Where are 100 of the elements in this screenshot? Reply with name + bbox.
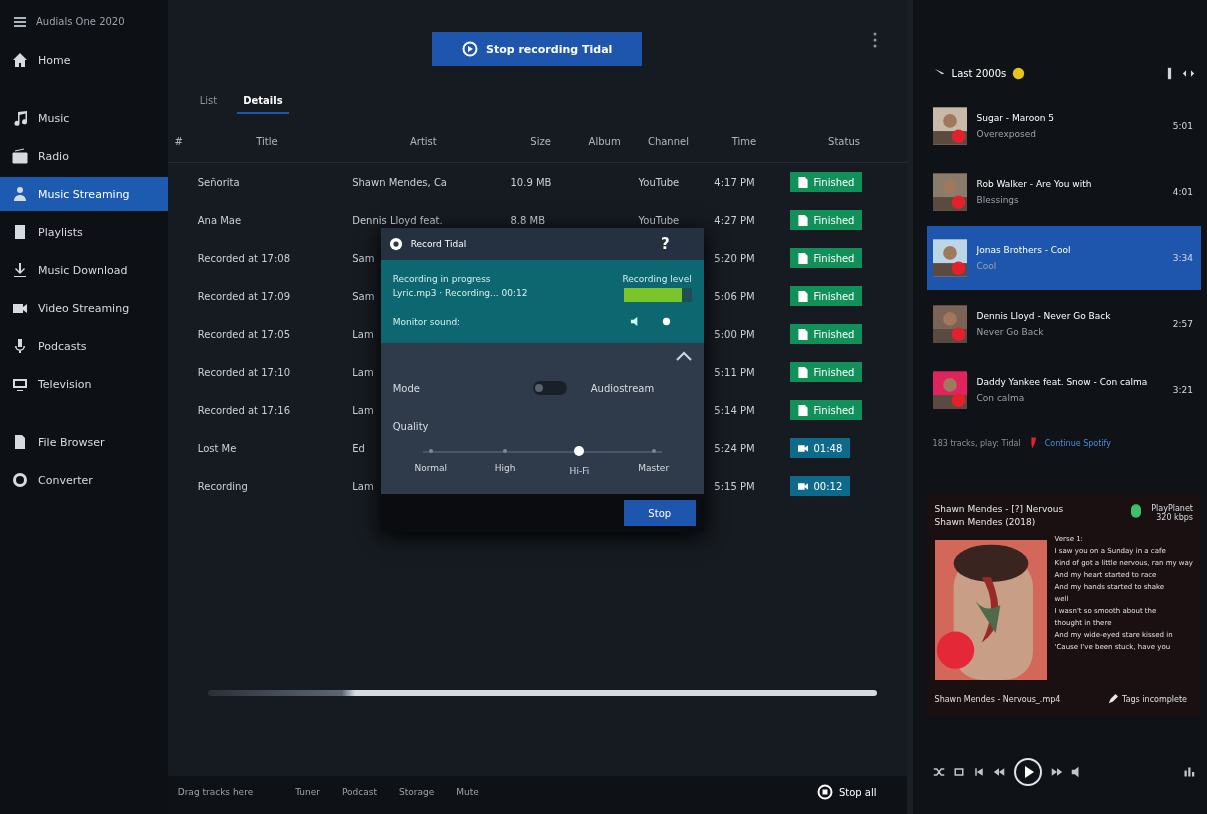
column-header[interactable]: # — [167, 120, 190, 163]
mode-value: Audiostream — [590, 382, 655, 394]
rewind-icon[interactable] — [992, 766, 1005, 778]
playlist-item[interactable]: Dennis Lloyd - Never Go Back Never Go Back 2:57 — [926, 292, 1201, 356]
column-header[interactable]: Size — [502, 120, 579, 163]
help-button[interactable]: ? — [655, 234, 676, 254]
table-cell: Ed — [352, 442, 365, 454]
sidebar-item[interactable]: Converter — [0, 463, 168, 497]
status-text: Recording in progress — [392, 274, 492, 284]
sidebar-item[interactable]: Video Streaming — [0, 291, 168, 325]
table-cell: Lam — [352, 404, 374, 416]
column-header[interactable]: Channel — [630, 120, 707, 163]
sidebar-item[interactable]: Radio — [0, 139, 168, 173]
record-icon — [461, 41, 478, 57]
quality-option[interactable]: High — [494, 463, 516, 473]
table-cell-text: 5:14 PM — [713, 403, 756, 418]
playlist-item[interactable]: Daddy Yankee feat. Snow - Con calma Con calma 3:21 — [926, 358, 1201, 422]
forward-icon[interactable] — [1050, 766, 1063, 778]
status-badge: Finished — [789, 324, 863, 344]
column-header[interactable]: Artist — [344, 120, 503, 163]
column-header[interactable]: Title — [189, 120, 345, 163]
quality-option[interactable]: Hi-Fi — [569, 466, 590, 476]
sidebar-item[interactable]: Television — [0, 367, 168, 401]
collapse-icon[interactable] — [675, 351, 692, 361]
table-cell: YouTube — [638, 214, 680, 226]
stop-button[interactable]: Stop — [623, 500, 696, 526]
status-item[interactable]: Mute — [456, 787, 479, 797]
slider-thumb-icon[interactable] — [660, 316, 672, 327]
tab[interactable]: Details — [237, 93, 289, 114]
app-title: Audials One 2020 — [36, 16, 125, 27]
table-cell-text: Recording — [196, 479, 249, 494]
sidebar-item[interactable]: Home — [0, 43, 168, 77]
status-icon — [1131, 504, 1141, 518]
pin-icon — [1028, 437, 1037, 449]
quality-label: Quality — [392, 421, 430, 432]
document-icon — [797, 328, 808, 340]
stop-all-button[interactable]: Stop all — [810, 783, 883, 801]
table-cell: Lam — [352, 480, 374, 492]
table-cell-text: 5:11 PM — [713, 365, 756, 380]
table-cell-text: Recorded at 17:10 — [196, 365, 291, 380]
track-title: Shawn Mendes - [?] Nervous — [934, 504, 1065, 514]
document-icon — [797, 404, 808, 416]
repeat-icon[interactable] — [952, 766, 965, 778]
track-count: 183 tracks, play: Tidal — [932, 438, 1021, 448]
sidebar-item[interactable]: Music Streaming — [0, 177, 168, 211]
table-cell-text: 5:06 PM — [713, 289, 756, 304]
table-cell-text: Lost Me — [196, 441, 238, 456]
status-badge: Finished — [789, 286, 863, 306]
quality-option[interactable]: Master — [638, 463, 670, 473]
file-name: Shawn Mendes - Nervous_.mp4 — [934, 694, 1061, 704]
sidebar-item[interactable]: Playlists — [0, 215, 168, 249]
table-cell-text: Recorded at 17:05 — [196, 327, 291, 342]
track-album: Shawn Mendes (2018) — [934, 517, 1037, 527]
status-item[interactable]: Storage — [399, 787, 435, 797]
playlist-title[interactable]: Last 2000s — [951, 67, 1007, 79]
person-icon — [12, 186, 28, 202]
playlist-item[interactable]: Jonas Brothers - Cool Cool 3:34 — [926, 226, 1201, 290]
document-icon — [797, 290, 808, 302]
music-icon — [12, 110, 28, 126]
play-button[interactable] — [1012, 757, 1043, 787]
table-cell: 4:17 PM — [706, 162, 782, 201]
status-item[interactable]: Tuner — [295, 787, 320, 797]
table-cell: Shawn Mendes, Ca — [352, 176, 447, 188]
download-icon — [12, 262, 28, 278]
equalizer-icon[interactable] — [1183, 766, 1195, 778]
table-cell: Dennis Lloyd feat. — [352, 214, 443, 226]
table-cell: 10.9 MB — [510, 176, 552, 188]
table-cell-text: 5:15 PM — [713, 479, 756, 494]
status-item[interactable]: Podcast — [342, 787, 377, 797]
source-text: PlayPlanet 320 kbps — [1150, 504, 1193, 522]
continue-link[interactable]: Continue Spotify — [1044, 438, 1111, 448]
shuffle-icon[interactable] — [932, 766, 945, 778]
tab[interactable]: List — [193, 93, 224, 114]
pencil-icon — [1108, 694, 1119, 704]
convert-icon — [12, 472, 28, 488]
status-badge: Finished — [789, 210, 863, 230]
table-cell: Lam — [352, 366, 374, 378]
previous-icon[interactable] — [972, 766, 985, 778]
quality-stop[interactable] — [574, 446, 585, 456]
playlist-item[interactable]: Rob Walker - Are You with Blessings 4:01 — [926, 160, 1201, 224]
sidebar-item[interactable]: Music — [0, 101, 168, 135]
mode-toggle[interactable] — [532, 381, 567, 395]
drop-hint: Drag tracks here — [177, 787, 254, 797]
playlist-item[interactable]: Sugar - Maroon 5 Overexposed 5:01 — [926, 94, 1201, 158]
sidebar-item[interactable]: Music Download — [0, 253, 168, 287]
sidebar-item[interactable]: File Browser — [0, 425, 168, 459]
radio-icon — [12, 148, 28, 164]
menu-icon[interactable] — [14, 16, 26, 27]
table-cell: Lam — [352, 328, 374, 340]
status-badge: Finished — [789, 400, 863, 420]
scroll-bar[interactable] — [207, 690, 877, 696]
table-cell-text: Recorded at 17:16 — [196, 403, 291, 418]
stop-recording-button[interactable]: Stop recording Tidal — [431, 32, 643, 66]
column-header[interactable]: Album — [578, 120, 631, 163]
tags-button[interactable]: Tags incomplete — [1102, 693, 1193, 705]
column-header[interactable]: Time — [706, 120, 782, 163]
column-header[interactable]: Status — [781, 120, 907, 163]
sidebar-item[interactable]: Podcasts — [0, 329, 168, 363]
quality-option[interactable]: Normal — [414, 463, 447, 473]
mic-icon — [12, 338, 28, 354]
